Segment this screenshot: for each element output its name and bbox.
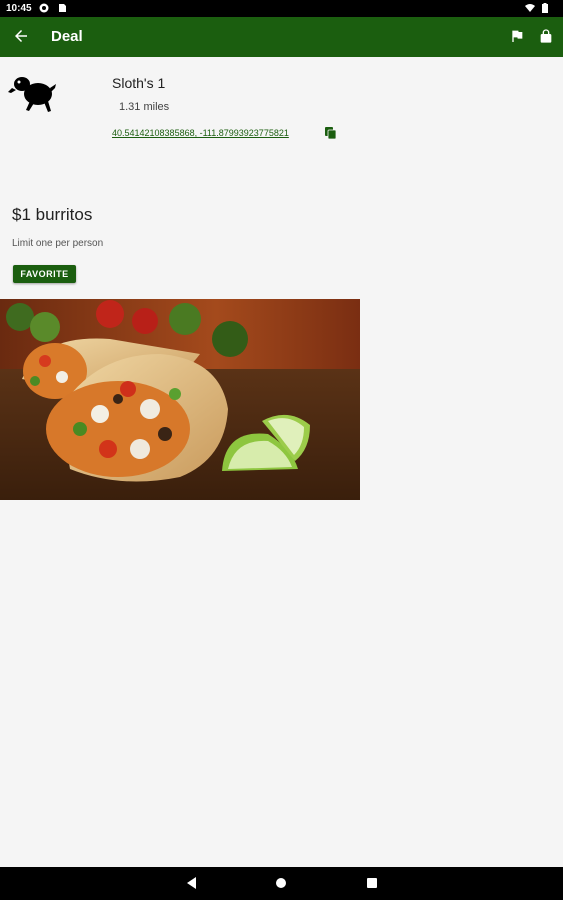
- system-nav-bar: [0, 867, 563, 900]
- lock-icon[interactable]: [538, 28, 554, 44]
- status-bar: 10:45: [0, 0, 563, 17]
- status-time: 10:45: [6, 3, 32, 14]
- notification-icon: [39, 3, 49, 13]
- battery-icon: [542, 3, 548, 13]
- recents-square-icon[interactable]: [364, 875, 380, 891]
- favorite-button[interactable]: FAVORITE: [13, 265, 76, 283]
- wifi-icon: [525, 4, 535, 12]
- flag-icon[interactable]: [509, 28, 525, 44]
- place-name: Sloth's 1: [112, 75, 166, 91]
- back-triangle-icon[interactable]: [184, 875, 200, 891]
- page-title: Deal: [51, 28, 83, 45]
- back-arrow-icon[interactable]: [12, 27, 30, 45]
- place-distance: 1.31 miles: [119, 101, 170, 113]
- sd-card-icon: [59, 4, 66, 12]
- place-coordinates-link[interactable]: 40.54142108385868, -111.87993923775821: [112, 128, 289, 138]
- deal-description: Limit one per person: [12, 238, 104, 249]
- app-bar: Deal: [0, 17, 563, 57]
- copy-icon[interactable]: [325, 127, 337, 139]
- deal-title: $1 burritos: [12, 205, 93, 224]
- deal-image: [0, 299, 360, 500]
- sloth-logo-icon: [8, 77, 56, 112]
- home-circle-icon[interactable]: [273, 875, 289, 891]
